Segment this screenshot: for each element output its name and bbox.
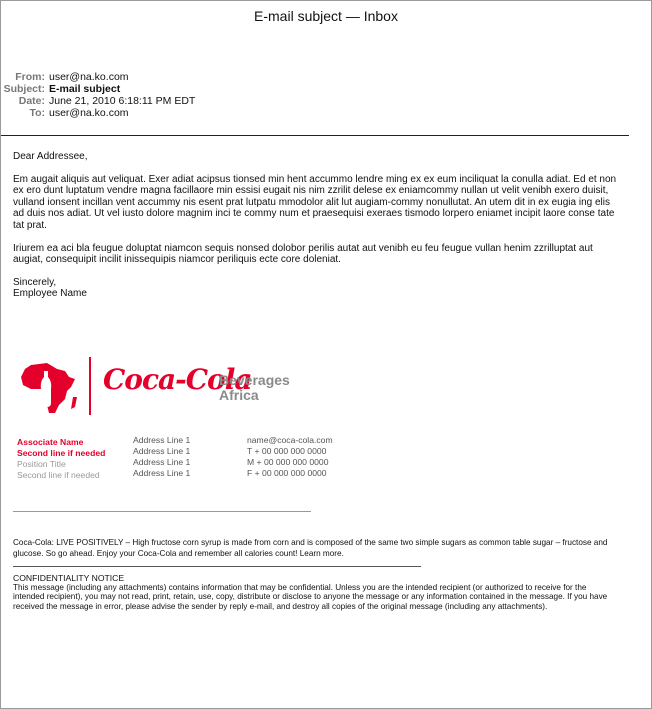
signature-divider <box>89 357 91 415</box>
address-line: Address Line 1 <box>133 468 191 478</box>
message-headers: From: user@na.ko.com Subject: E-mail sub… <box>1 71 301 119</box>
address-line: Address Line 1 <box>133 435 191 445</box>
sender-name: Employee Name <box>13 288 87 300</box>
email-signature: Coca-Cola Beverages Africa Associate Nam… <box>13 349 413 521</box>
message-body: Dear Addressee, Em augait aliquis aut ve… <box>13 151 619 300</box>
confidentiality-notice: CONFIDENTIALITY NOTICE This message (inc… <box>13 573 617 611</box>
associate-column: Associate Name Second line if needed Pos… <box>17 437 105 481</box>
to-address[interactable]: user@na.ko.com <box>49 107 129 119</box>
from-label: From: <box>15 71 45 83</box>
phone-fax: F + 00 000 000 0000 <box>247 468 327 478</box>
division-line-2: Africa <box>219 387 259 403</box>
confidentiality-title: CONFIDENTIALITY NOTICE <box>13 573 125 583</box>
brand-tagline: Coca-Cola: LIVE POSITIVELY – High fructo… <box>13 538 608 558</box>
phone-mobile: M + 00 000 000 0000 <box>247 457 329 467</box>
address-line: Address Line 1 <box>133 446 191 456</box>
window-title: E-mail subject — Inbox <box>254 8 398 24</box>
mail-window: E-mail subject — Inbox From: user@na.ko.… <box>0 0 652 709</box>
header-from: From: user@na.ko.com <box>1 71 301 83</box>
address-line: Address Line 1 <box>133 457 191 467</box>
subject-value: E-mail subject <box>49 83 121 95</box>
header-subject: Subject: E-mail subject <box>1 83 301 95</box>
body-paragraph-2: Iriurem ea aci bla feugue doluptat niamc… <box>13 242 593 266</box>
africa-bottle-logo-icon <box>21 363 77 413</box>
associate-name: Associate Name <box>17 437 84 447</box>
address-column: Address Line 1 Address Line 1 Address Li… <box>133 435 190 479</box>
position-title: Position Title <box>17 459 66 469</box>
closing: Sincerely, <box>13 276 57 288</box>
greeting: Dear Addressee, <box>13 151 88 162</box>
body-paragraph-1: Em augait aliquis aut veliquat. Exer adi… <box>13 173 617 231</box>
signature-email[interactable]: name@coca-cola.com <box>247 435 333 446</box>
signature-bottom-rule <box>13 511 311 512</box>
footer-divider <box>13 566 421 567</box>
date-value: June 21, 2010 6:18:11 PM EDT <box>49 95 196 107</box>
confidentiality-text: This message (including any attachments)… <box>13 583 608 611</box>
contact-column: name@coca-cola.com T + 00 000 000 0000 M… <box>247 435 333 479</box>
associate-second-line: Second line if needed <box>17 448 106 458</box>
phone-telephone: T + 00 000 000 0000 <box>247 446 327 456</box>
header-divider <box>1 135 629 136</box>
division-name: Beverages Africa <box>219 373 290 403</box>
header-date: Date: June 21, 2010 6:18:11 PM EDT <box>1 95 301 107</box>
from-address[interactable]: user@na.ko.com <box>49 71 129 83</box>
division-line-1: Beverages <box>219 372 290 388</box>
to-label: To: <box>29 107 45 119</box>
date-label: Date: <box>18 95 45 107</box>
header-to: To: user@na.ko.com <box>1 107 301 119</box>
subject-label: Subject: <box>3 83 45 95</box>
position-second-line: Second line if needed <box>17 470 100 480</box>
